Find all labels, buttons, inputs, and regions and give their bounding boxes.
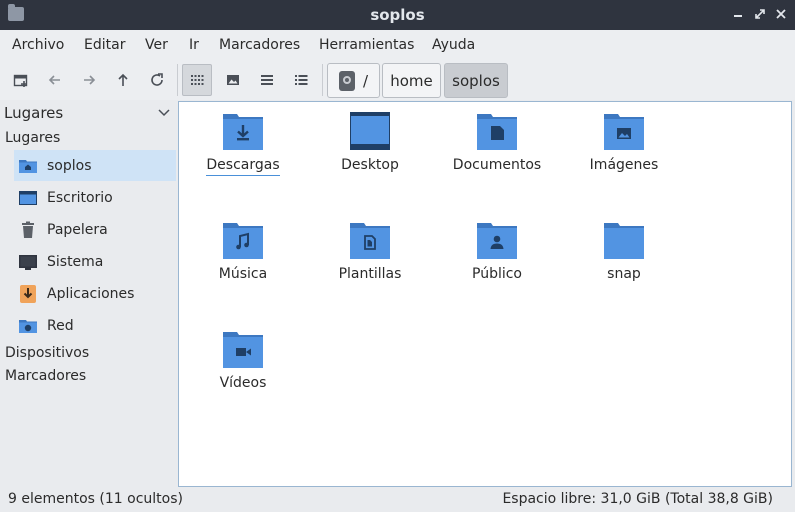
sidebar-item-soplos[interactable]: soplos: [14, 150, 176, 181]
detailed-list-icon: [295, 75, 308, 85]
sidebar-item-red[interactable]: Red: [14, 310, 176, 341]
menu-herramientas[interactable]: Herramientas: [319, 37, 414, 53]
sidebar-item-label: Aplicaciones: [47, 285, 135, 302]
drive-icon: [338, 70, 355, 91]
toolbar-separator: [322, 64, 323, 96]
file-name: Público: [472, 266, 522, 282]
folder-icon: [604, 221, 644, 259]
new-tab-icon: [13, 74, 28, 87]
sidebar-section-places[interactable]: Lugares: [5, 130, 60, 146]
sidebar-item-sistema[interactable]: Sistema: [14, 246, 176, 277]
arrow-up-icon: [118, 73, 128, 86]
applications-icon: [18, 284, 38, 304]
path-root-button[interactable]: /: [327, 63, 380, 98]
file-name: Descargas: [206, 157, 280, 173]
image-icon: [227, 75, 239, 85]
desktop-folder-icon: [350, 112, 390, 150]
chevron-down-icon[interactable]: [157, 106, 171, 120]
window-title: soplos: [370, 6, 425, 24]
menu-marcadores[interactable]: Marcadores: [219, 37, 300, 53]
file-name: Documentos: [452, 157, 542, 173]
file-item-publico[interactable]: Público: [442, 211, 552, 301]
toolbar-separator: [177, 64, 178, 96]
sidebar-item-label: Escritorio: [47, 189, 113, 206]
trash-icon: [18, 220, 38, 240]
sidebar-item-papelera[interactable]: Papelera: [14, 214, 176, 245]
arrow-right-icon: [84, 75, 96, 85]
thumbnail-view-button[interactable]: [218, 64, 248, 96]
file-item-documentos[interactable]: Documentos: [442, 102, 552, 192]
file-view: Descargas Desktop Documentos Imágenes Mú…: [178, 101, 792, 487]
file-name: snap: [607, 266, 641, 282]
new-tab-button[interactable]: [6, 64, 36, 96]
file-item-plantillas[interactable]: Plantillas: [315, 211, 425, 301]
sidebar-item-label: Red: [47, 317, 74, 334]
menu-ver[interactable]: Ver: [145, 37, 168, 53]
restore-icon[interactable]: [752, 6, 768, 22]
item-count: 9 elementos (11 ocultos): [8, 491, 183, 507]
menu-archivo[interactable]: Archivo: [12, 37, 64, 53]
documents-folder-icon: [477, 112, 517, 150]
videos-folder-icon: [223, 330, 263, 368]
file-item-descargas[interactable]: Descargas: [188, 102, 298, 192]
back-button[interactable]: [40, 64, 70, 96]
file-item-imagenes[interactable]: Imágenes: [569, 102, 679, 192]
arrow-left-icon: [48, 75, 60, 85]
network-folder-icon: [18, 316, 38, 336]
templates-folder-icon: [350, 221, 390, 259]
desktop-icon: [18, 188, 38, 208]
file-item-musica[interactable]: Música: [188, 211, 298, 301]
reload-icon: [151, 73, 163, 86]
menu-editar[interactable]: Editar: [84, 37, 125, 53]
sidebar: Lugares Lugares soplos Escritorio Papele…: [0, 100, 178, 488]
menu-ayuda[interactable]: Ayuda: [432, 37, 475, 53]
file-item-videos[interactable]: Vídeos: [188, 320, 298, 410]
list-icon: [261, 75, 273, 85]
grid-icon: [191, 75, 204, 85]
path-crumb-home[interactable]: home: [382, 63, 441, 98]
file-name: Imágenes: [589, 157, 659, 173]
pictures-folder-icon: [604, 112, 644, 150]
status-bar: 9 elementos (11 ocultos) Espacio libre: …: [0, 488, 795, 512]
toolbar: / home soplos: [0, 60, 795, 100]
public-folder-icon: [477, 221, 517, 259]
free-space: Espacio libre: 31,0 GiB (Total 38,8 GiB): [502, 491, 773, 507]
file-item-desktop[interactable]: Desktop: [315, 102, 425, 192]
sidebar-header[interactable]: Lugares: [4, 104, 63, 122]
minimize-icon[interactable]: [730, 6, 746, 22]
monitor-icon: [18, 252, 38, 272]
file-name: Desktop: [341, 157, 399, 173]
sidebar-item-escritorio[interactable]: Escritorio: [14, 182, 176, 213]
focus-underline: [206, 175, 280, 176]
file-name: Música: [218, 266, 268, 282]
compact-view-button[interactable]: [252, 64, 282, 96]
detailed-view-button[interactable]: [286, 64, 316, 96]
sidebar-item-label: Sistema: [47, 253, 104, 270]
reload-button[interactable]: [142, 64, 172, 96]
menu-bar: Archivo Editar Ver Ir Marcadores Herrami…: [0, 30, 795, 60]
menu-ir[interactable]: Ir: [189, 37, 199, 53]
downloads-folder-icon: [223, 112, 263, 150]
home-folder-icon: [18, 156, 38, 176]
sidebar-section-devices[interactable]: Dispositivos: [5, 345, 89, 361]
file-name: Plantillas: [338, 266, 402, 282]
file-name: Vídeos: [219, 375, 267, 391]
music-folder-icon: [223, 221, 263, 259]
forward-button[interactable]: [74, 64, 104, 96]
file-item-snap[interactable]: snap: [569, 211, 679, 301]
title-bar: soplos: [0, 0, 795, 30]
path-crumb-soplos[interactable]: soplos: [444, 63, 508, 98]
up-button[interactable]: [108, 64, 138, 96]
icon-view-button[interactable]: [182, 64, 212, 96]
sidebar-item-aplicaciones[interactable]: Aplicaciones: [14, 278, 176, 309]
sidebar-item-label: Papelera: [47, 221, 108, 238]
path-root-label: /: [362, 71, 369, 90]
close-icon[interactable]: [773, 6, 789, 22]
view-mode-group: [182, 63, 320, 97]
sidebar-section-bookmarks[interactable]: Marcadores: [5, 368, 86, 384]
sidebar-item-label: soplos: [47, 157, 92, 174]
